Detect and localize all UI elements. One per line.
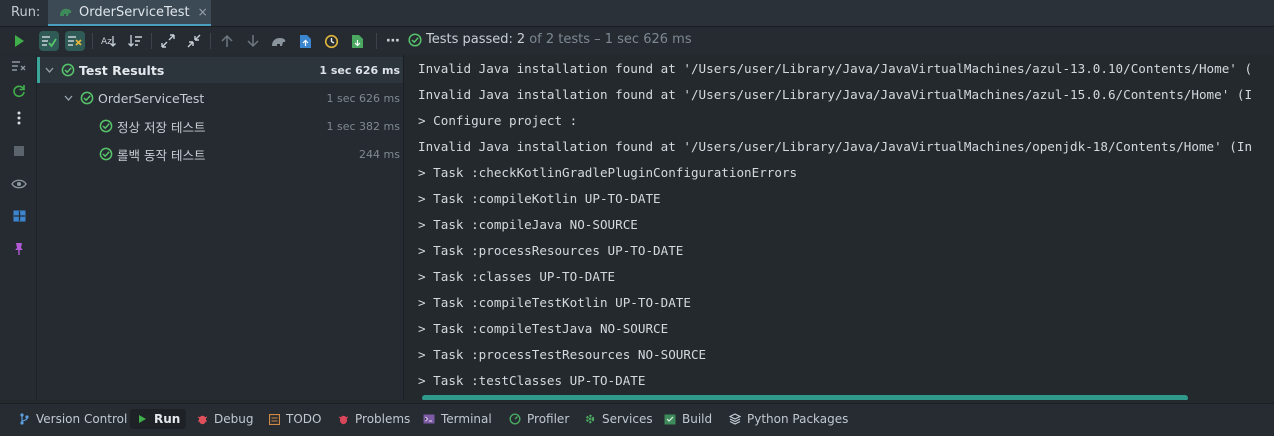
- layout-icon[interactable]: [10, 207, 28, 225]
- left-action-strip: [0, 55, 37, 400]
- run-tab-orderservicetest[interactable]: OrderServiceTest ×: [48, 0, 211, 26]
- horizontal-scrollbar[interactable]: [422, 395, 1188, 400]
- console-line: > Task :processResources UP-TO-DATE: [418, 243, 684, 258]
- tree-row-label: 정상 저장 테스트: [117, 119, 206, 135]
- toolbar-separator: [210, 33, 211, 49]
- console-line: > Task :processTestResources NO-SOURCE: [418, 347, 707, 362]
- stop-icon[interactable]: [10, 142, 28, 160]
- gradle-icon: [60, 8, 72, 16]
- tree-row-duration: 244 ms: [359, 147, 400, 161]
- console-line: Invalid Java installation found at '/Use…: [418, 61, 1253, 76]
- tab-run[interactable]: Run: [130, 409, 187, 429]
- svg-text:Az: Az: [101, 37, 112, 47]
- branch-icon: [18, 413, 30, 425]
- close-icon[interactable]: ×: [198, 5, 208, 19]
- more-icon[interactable]: ⋯: [383, 31, 403, 51]
- show-passed-icon[interactable]: [39, 31, 59, 51]
- console-line: > Configure project :: [418, 113, 578, 128]
- sort-alphabetically-icon[interactable]: Az: [99, 31, 119, 51]
- options-icon[interactable]: [10, 109, 28, 127]
- tree-row-label: 롤백 동작 테스트: [117, 147, 206, 163]
- previous-failed-icon[interactable]: [217, 31, 237, 51]
- console-line: > Task :compileTestJava NO-SOURCE: [418, 321, 669, 336]
- expand-all-icon[interactable]: [158, 31, 178, 51]
- tab-problems[interactable]: Problems: [337, 409, 410, 429]
- status-count: 2: [516, 32, 526, 47]
- console-line: > Task :checkKotlinGradlePluginConfigura…: [418, 165, 798, 180]
- run-label: Run:: [11, 5, 41, 20]
- check-circle-icon: [408, 32, 422, 47]
- console-line: > Task :compileTestKotlin UP-TO-DATE: [418, 295, 691, 310]
- tree-row-duration: 1 sec 382 ms: [326, 119, 400, 133]
- tab-terminal[interactable]: Terminal: [423, 409, 492, 429]
- rerun-toggle-icon[interactable]: [10, 82, 28, 100]
- show-ignored-icon[interactable]: [65, 31, 85, 51]
- build-icon: [664, 413, 676, 425]
- toolbar-separator: [151, 33, 152, 49]
- tree-row-rollback-test[interactable]: 롤백 동작 테스트 244 ms: [37, 141, 403, 167]
- tab-version-control[interactable]: Version Control: [18, 409, 127, 429]
- chevron-down-icon[interactable]: [64, 93, 73, 104]
- tree-row-orderservicetest[interactable]: OrderServiceTest 1 sec 626 ms: [37, 85, 403, 111]
- tab-debug[interactable]: Debug: [196, 409, 253, 429]
- console-line: Invalid Java installation found at '/Use…: [418, 87, 1253, 102]
- status-prefix: Tests passed:: [426, 32, 513, 47]
- bug-icon: [196, 413, 208, 425]
- toolbar-separator: [92, 33, 93, 49]
- sort-by-duration-icon[interactable]: [125, 31, 145, 51]
- passed-check-icon: [99, 119, 113, 133]
- next-failed-icon[interactable]: [243, 31, 263, 51]
- toolbar-separator: [376, 33, 377, 49]
- tool-window-bar: Version Control Run Debug TODO Problems …: [0, 403, 1274, 436]
- todo-icon: [268, 413, 280, 425]
- tab-todo[interactable]: TODO: [268, 409, 321, 429]
- console-line: Invalid Java installation found at '/Use…: [418, 139, 1253, 154]
- status-detail: of 2 tests – 1 sec 626 ms: [529, 32, 692, 47]
- pin-icon[interactable]: [10, 240, 28, 258]
- run-tab-bar: Run: OrderServiceTest ×: [0, 0, 1274, 27]
- services-icon: [584, 413, 596, 425]
- import-tests-icon[interactable]: [269, 31, 289, 51]
- tree-row-test-results[interactable]: Test Results 1 sec 626 ms: [37, 57, 403, 83]
- tab-python-packages[interactable]: Python Packages: [729, 409, 848, 429]
- tree-row-save-test[interactable]: 정상 저장 테스트 1 sec 382 ms: [37, 113, 403, 139]
- problems-icon: [337, 413, 349, 425]
- tab-profiler[interactable]: Profiler: [509, 409, 569, 429]
- tree-row-duration: 1 sec 626 ms: [319, 63, 400, 77]
- terminal-icon: [423, 413, 435, 425]
- run-tab-title: OrderServiceTest: [79, 4, 190, 20]
- rerun-icon[interactable]: [9, 31, 29, 51]
- history-icon[interactable]: [321, 31, 341, 51]
- passed-check-icon: [99, 147, 113, 161]
- export-results-icon[interactable]: [295, 31, 315, 51]
- packages-icon: [729, 413, 741, 425]
- console-output[interactable]: Invalid Java installation found at '/Use…: [404, 55, 1274, 400]
- profiler-icon: [509, 413, 521, 425]
- test-toolbar: Az ⋯ Tests passed: 2 of 2 tests – 1 sec …: [0, 27, 1274, 54]
- run-icon: [136, 413, 148, 425]
- test-results-tree: Test Results 1 sec 626 ms OrderServiceTe…: [37, 55, 404, 400]
- tree-row-label: Test Results: [79, 62, 165, 78]
- eye-icon[interactable]: [10, 175, 28, 193]
- clear-filter-icon[interactable]: [10, 57, 28, 75]
- chevron-down-icon[interactable]: [45, 65, 54, 76]
- console-line: > Task :compileKotlin UP-TO-DATE: [418, 191, 661, 206]
- passed-check-icon: [80, 91, 94, 105]
- console-line: > Task :compileJava NO-SOURCE: [418, 217, 638, 232]
- tab-services[interactable]: Services: [584, 409, 653, 429]
- tree-row-label: OrderServiceTest: [98, 90, 205, 106]
- tab-build[interactable]: Build: [664, 409, 712, 429]
- passed-check-icon: [61, 63, 75, 77]
- open-test-file-icon[interactable]: [347, 31, 367, 51]
- tree-row-duration: 1 sec 626 ms: [326, 91, 400, 105]
- collapse-all-icon[interactable]: [184, 31, 204, 51]
- console-line: > Task :testClasses UP-TO-DATE: [418, 373, 646, 388]
- tests-status: Tests passed: 2 of 2 tests – 1 sec 626 m…: [408, 32, 692, 47]
- selection-indicator: [37, 57, 40, 83]
- console-line: > Task :classes UP-TO-DATE: [418, 269, 616, 284]
